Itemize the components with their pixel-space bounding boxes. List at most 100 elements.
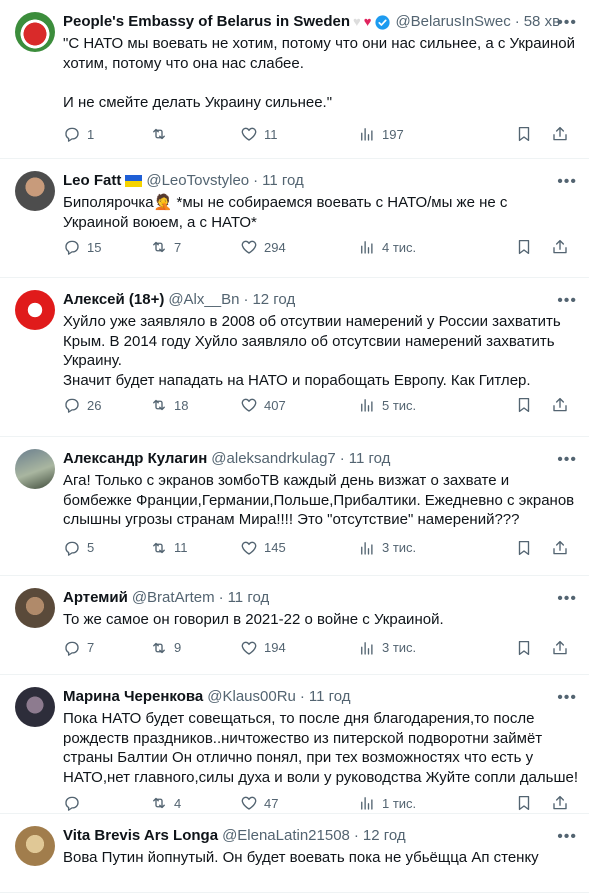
bookmark-button[interactable] — [515, 396, 533, 414]
author-name[interactable]: Артемий — [63, 588, 128, 608]
tweet-header: Александр Кулагин @aleksandrkulag7 · 11 … — [63, 449, 579, 469]
avatar[interactable] — [15, 826, 55, 866]
author-name[interactable]: Алексей (18+) — [63, 290, 164, 310]
share-icon — [553, 397, 567, 412]
reply-button[interactable]: 5 — [63, 539, 150, 557]
tweet-feed: People's Embassy of Belarus in Sweden ♥ ♥… — [0, 0, 589, 893]
avatar[interactable] — [15, 449, 55, 489]
reply-count: 5 — [87, 540, 95, 555]
like-count: 47 — [264, 795, 279, 811]
retweet-button[interactable]: 9 — [150, 639, 240, 657]
author-handle[interactable]: @LeoTovstyleo — [146, 171, 249, 191]
views-icon — [361, 241, 373, 254]
author-name[interactable]: Александр Кулагин — [63, 449, 207, 469]
tweet-time[interactable]: 11 год — [309, 687, 351, 707]
tweet-time[interactable]: 11 год — [228, 588, 270, 608]
avatar[interactable] — [15, 290, 55, 330]
tweet-text-line: Украину. — [63, 352, 122, 369]
reply-button[interactable]: 1 — [63, 125, 150, 143]
share-button[interactable] — [551, 396, 569, 414]
tweet-time[interactable]: 12 год — [252, 290, 295, 310]
like-button[interactable]: 407 — [240, 396, 358, 414]
author-handle[interactable]: @aleksandrkulag7 — [211, 449, 335, 469]
tweet[interactable]: Алексей (18+) @Alx__Bn · 12 год ••• Хуйл… — [0, 278, 589, 437]
tweet-text-line: НАТО,нет главного,силы духа и воли у рук… — [63, 768, 579, 786]
retweet-button[interactable]: 11 — [150, 539, 240, 557]
tweet[interactable]: People's Embassy of Belarus in Sweden ♥ ♥… — [0, 0, 589, 159]
like-button[interactable]: 145 — [240, 539, 358, 557]
more-icon[interactable]: ••• — [557, 15, 577, 31]
share-button[interactable] — [551, 794, 569, 812]
author-name[interactable]: People's Embassy of Belarus in Sweden — [63, 12, 350, 32]
author-handle[interactable]: @BelarusInSwec — [395, 12, 510, 32]
like-button[interactable]: 294 — [240, 238, 358, 256]
tweet[interactable]: Leo Fatt @LeoTovstyleo · 11 год ••• Бипо… — [0, 159, 589, 278]
retweet-count: 18 — [174, 397, 189, 413]
retweet-button[interactable]: 18 — [150, 396, 240, 414]
share-button[interactable] — [551, 238, 569, 256]
bookmark-button[interactable] — [515, 794, 533, 812]
more-icon[interactable]: ••• — [557, 293, 577, 309]
tweet-text-line: рождеств праздников..ничтожество из пите… — [63, 729, 543, 747]
tweet-text-line: слышны угрозы странам Мира!!!! Это "отсу… — [63, 511, 520, 528]
retweet-button[interactable] — [150, 125, 240, 143]
author-handle[interactable]: @Alx__Bn — [168, 290, 239, 310]
tweet[interactable]: Артемий @BratArtem · 11 год ••• То же са… — [0, 576, 589, 675]
retweet-button[interactable]: 7 — [150, 238, 240, 256]
white-heart-icon: ♥ — [353, 14, 361, 29]
avatar[interactable] — [15, 12, 55, 52]
tweet-time[interactable]: 12 год — [363, 826, 406, 846]
bookmark-button[interactable] — [515, 639, 533, 657]
share-button[interactable] — [551, 639, 569, 657]
tweet[interactable]: Александр Кулагин @aleksandrkulag7 · 11 … — [0, 437, 589, 576]
tweet-text: То же самое он говорил в 2021-22 о войне… — [63, 610, 579, 630]
author-name[interactable]: Leo Fatt — [63, 171, 121, 191]
reply-button[interactable] — [63, 794, 150, 812]
author-name[interactable]: Марина Черенкова — [63, 687, 203, 707]
more-icon[interactable]: ••• — [557, 690, 577, 706]
tweet-time[interactable]: 11 год — [349, 449, 391, 469]
reply-icon — [65, 398, 79, 413]
views-button[interactable]: 3 тис. — [358, 539, 488, 557]
reply-button[interactable]: 26 — [63, 396, 150, 414]
bookmark-icon — [518, 126, 530, 142]
share-button[interactable] — [551, 539, 569, 557]
tweet[interactable]: Vita Brevis Ars Longa @ElenaLatin21508 ·… — [0, 814, 589, 893]
views-button[interactable]: 3 тис. — [358, 639, 488, 657]
avatar[interactable] — [15, 687, 55, 727]
like-button[interactable]: 47 — [240, 794, 358, 812]
like-button[interactable]: 11 — [240, 125, 358, 143]
avatar[interactable] — [15, 588, 55, 628]
views-button[interactable]: 1 тис. — [358, 794, 488, 812]
tweet-text-line: И не смейте делать Украину сильнее." — [63, 93, 333, 111]
like-icon — [241, 796, 257, 810]
retweet-count: 4 — [174, 795, 182, 811]
views-button[interactable]: 4 тис. — [358, 238, 488, 256]
views-button[interactable]: 5 тис. — [358, 396, 488, 414]
tweet-time[interactable]: 58 хв — [524, 12, 560, 32]
tweet[interactable]: Марина Черенкова @Klaus00Ru · 11 год •••… — [0, 675, 589, 814]
views-button[interactable]: 197 — [358, 125, 488, 143]
retweet-button[interactable]: 4 — [150, 794, 240, 812]
tweet-time[interactable]: 11 год — [262, 171, 304, 191]
like-icon — [241, 127, 257, 141]
bookmark-button[interactable] — [515, 125, 533, 143]
avatar[interactable] — [15, 171, 55, 211]
more-icon[interactable]: ••• — [557, 829, 577, 845]
share-button[interactable] — [551, 125, 569, 143]
reply-button[interactable]: 15 — [63, 238, 150, 256]
author-handle[interactable]: @ElenaLatin21508 — [222, 826, 350, 846]
action-bar: 15 7 294 4 тис. — [63, 237, 579, 257]
author-handle[interactable]: @BratArtem — [132, 588, 215, 608]
bookmark-button[interactable] — [515, 539, 533, 557]
more-icon[interactable]: ••• — [557, 452, 577, 468]
more-icon[interactable]: ••• — [557, 591, 577, 607]
tweet-text: Пока НАТО будет совещаться, то после дня… — [63, 709, 579, 787]
bookmark-button[interactable] — [515, 238, 533, 256]
author-name[interactable]: Vita Brevis Ars Longa — [63, 826, 218, 846]
author-handle[interactable]: @Klaus00Ru — [207, 687, 296, 707]
like-button[interactable]: 194 — [240, 639, 358, 657]
tweet-text: Вова Путин йопнутый. Он будет воевать по… — [63, 848, 579, 868]
reply-button[interactable]: 7 — [63, 639, 150, 657]
more-icon[interactable]: ••• — [557, 174, 577, 190]
